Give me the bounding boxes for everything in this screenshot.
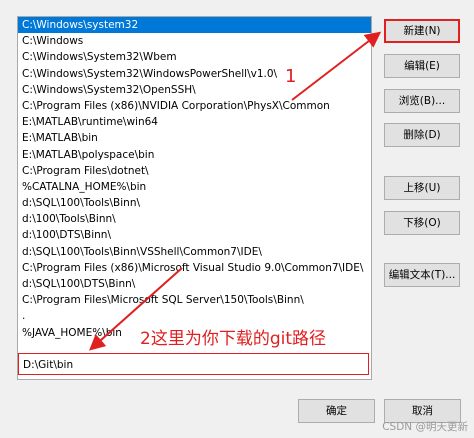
path-list-item[interactable]: d:\SQL\100\Tools\Binn\ [18, 195, 371, 211]
delete-button[interactable]: 删除(D) [384, 123, 460, 147]
edit-button[interactable]: 编辑(E) [384, 54, 460, 78]
path-list-item[interactable]: E:\MATLAB\polyspace\bin [18, 147, 371, 163]
path-list-item[interactable]: d:\SQL\100\DTS\Binn\ [18, 276, 371, 292]
path-list-item[interactable]: C:\Windows\System32\WindowsPowerShell\v1… [18, 66, 371, 82]
path-list-item[interactable]: E:\MATLAB\runtime\win64 [18, 114, 371, 130]
path-list-item[interactable]: C:\Windows\system32 [18, 17, 371, 34]
watermark: CSDN @明天更新 [382, 421, 468, 433]
path-list-item[interactable]: d:\SQL\100\Tools\Binn\VSShell\Common7\ID… [18, 244, 371, 260]
path-list-item[interactable]: %CATALNA_HOME%\bin [18, 179, 371, 195]
path-list-item[interactable]: C:\Windows\System32\Wbem [18, 49, 371, 65]
ok-button[interactable]: 确定 [298, 399, 375, 423]
annotation-step-2: 2这里为你下载的git路径 [140, 329, 326, 349]
annotation-step-1: 1 [285, 66, 297, 87]
path-list-item[interactable]: C:\Program Files (x86)\Microsoft Visual … [18, 260, 371, 276]
path-list-item[interactable]: d:\100\DTS\Binn\ [18, 227, 371, 243]
path-list-item[interactable]: C:\Program Files\Microsoft SQL Server\15… [18, 292, 371, 308]
move-up-button[interactable]: 上移(U) [384, 176, 460, 200]
path-edit-field[interactable]: D:\Git\bin [18, 353, 369, 375]
path-list-item[interactable]: E:\MATLAB\bin [18, 130, 371, 146]
move-down-button[interactable]: 下移(O) [384, 211, 460, 235]
edit-text-button[interactable]: 编辑文本(T)... [384, 263, 460, 287]
path-list-item[interactable]: C:\Program Files\dotnet\ [18, 163, 371, 179]
browse-button[interactable]: 浏览(B)... [384, 89, 460, 113]
new-button[interactable]: 新建(N) [384, 19, 460, 43]
path-list-item[interactable]: C:\Program Files (x86)\NVIDIA Corporatio… [18, 98, 371, 114]
path-list-item[interactable]: d:\100\Tools\Binn\ [18, 211, 371, 227]
path-list-item[interactable]: . [18, 308, 371, 324]
path-list-item[interactable]: C:\Windows [18, 33, 371, 49]
path-list-item[interactable]: C:\Windows\System32\OpenSSH\ [18, 82, 371, 98]
